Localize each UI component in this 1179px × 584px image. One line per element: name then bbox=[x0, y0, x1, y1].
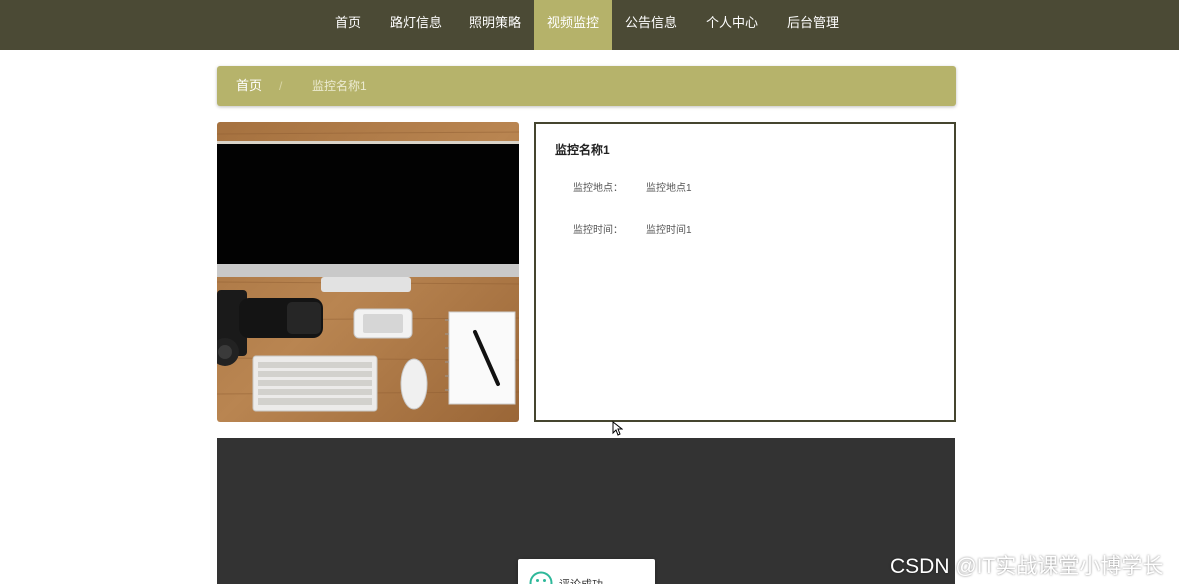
monitor-screen bbox=[217, 144, 519, 264]
breadcrumb-separator: / bbox=[279, 79, 283, 93]
monitor-title: 监控名称1 bbox=[555, 143, 610, 157]
monitor-detail-panel: 监控名称1 监控地点： 监控地点1 监控时间： 监控时间1 bbox=[534, 122, 956, 422]
nav-item-announcements[interactable]: 公告信息 bbox=[616, 0, 686, 50]
watermark: CSDN @IT实战课堂小博学长 bbox=[890, 555, 1164, 578]
nav-item-lighting-strategy[interactable]: 照明策略 bbox=[460, 0, 530, 50]
desk-photo-illustration bbox=[217, 122, 519, 422]
nav-item-admin[interactable]: 后台管理 bbox=[778, 0, 848, 50]
toast-notification: 评论成功 bbox=[518, 559, 655, 584]
breadcrumb-current: 监控名称1 bbox=[312, 79, 367, 93]
top-navbar: 首页 路灯信息 照明策略 视频监控 公告信息 个人中心 后台管理 bbox=[0, 0, 1179, 50]
monitor-photo bbox=[217, 122, 519, 422]
nav-item-streetlights[interactable]: 路灯信息 bbox=[381, 0, 451, 50]
location-value: 监控地点1 bbox=[646, 183, 692, 194]
nav-item-personal-center[interactable]: 个人中心 bbox=[697, 0, 767, 50]
location-label: 监控地点： bbox=[573, 183, 623, 194]
time-label: 监控时间： bbox=[573, 225, 623, 236]
time-value: 监控时间1 bbox=[646, 225, 692, 236]
breadcrumb-home-link[interactable]: 首页 bbox=[236, 66, 262, 106]
toast-message: 评论成功 bbox=[559, 576, 603, 584]
mouse bbox=[400, 358, 428, 410]
smile-icon bbox=[529, 571, 553, 584]
nav-item-home[interactable]: 首页 bbox=[323, 0, 373, 50]
notebook bbox=[448, 311, 516, 405]
nav-item-video-monitoring[interactable]: 视频监控 bbox=[534, 0, 612, 50]
breadcrumb: 首页 / 监控名称1 bbox=[217, 66, 956, 106]
